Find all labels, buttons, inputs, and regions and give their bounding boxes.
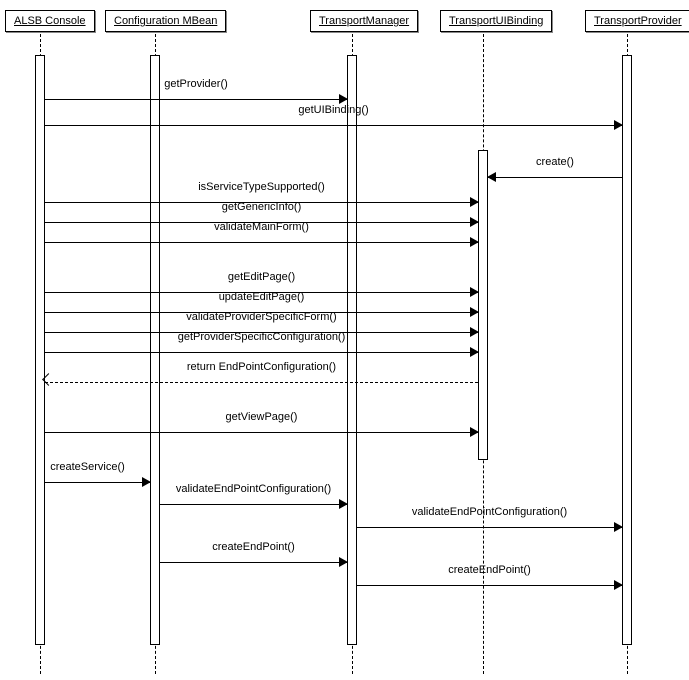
msg-label: updateEditPage() xyxy=(45,291,478,303)
msg-create-service: createService() xyxy=(45,475,150,489)
msg-label: getGenericInfo() xyxy=(45,201,478,213)
activation-transport-ui-binding xyxy=(478,150,488,460)
msg-label: getProvider() xyxy=(45,78,347,90)
msg-label: validateEndPointConfiguration() xyxy=(160,483,347,495)
msg-label: return EndPointConfiguration() xyxy=(45,361,478,373)
msg-label: createService() xyxy=(25,461,150,473)
msg-get-ui-binding: getUIBinding() xyxy=(45,118,622,132)
msg-create: create() xyxy=(488,170,622,184)
msg-create-endpoint-1: createEndPoint() xyxy=(160,555,347,569)
participant-config-mbean: Configuration MBean xyxy=(105,10,226,32)
msg-label: createEndPoint() xyxy=(357,564,622,576)
msg-create-endpoint-2: createEndPoint() xyxy=(357,578,622,592)
msg-return-endpoint-configuration: return EndPointConfiguration() xyxy=(45,375,478,389)
msg-label: isServiceTypeSupported() xyxy=(45,181,478,193)
msg-validate-endpoint-config-1: validateEndPointConfiguration() xyxy=(160,497,347,511)
msg-label: create() xyxy=(488,156,622,168)
msg-get-provider-specific-configuration: getProviderSpecificConfiguration() xyxy=(45,345,478,359)
msg-label: validateEndPointConfiguration() xyxy=(357,506,622,518)
activation-alsb-console xyxy=(35,55,45,645)
msg-label: getEditPage() xyxy=(45,271,478,283)
msg-label: getUIBinding() xyxy=(45,104,622,116)
msg-validate-main-form: validateMainForm() xyxy=(45,235,478,249)
participant-alsb-console: ALSB Console xyxy=(5,10,95,32)
msg-validate-endpoint-config-2: validateEndPointConfiguration() xyxy=(357,520,622,534)
msg-get-view-page: getViewPage() xyxy=(45,425,478,439)
participant-transport-ui-binding: TransportUIBinding xyxy=(440,10,552,32)
msg-label: getViewPage() xyxy=(45,411,478,423)
msg-label: createEndPoint() xyxy=(160,541,347,553)
activation-transport-provider xyxy=(622,55,632,645)
sequence-diagram: ALSB Console Configuration MBean Transpo… xyxy=(0,0,689,680)
participant-transport-provider: TransportProvider xyxy=(585,10,689,32)
msg-label: getProviderSpecificConfiguration() xyxy=(45,331,478,343)
msg-label: validateProviderSpecificForm() xyxy=(45,311,478,323)
msg-label: validateMainForm() xyxy=(45,221,478,233)
participant-transport-manager: TransportManager xyxy=(310,10,418,32)
